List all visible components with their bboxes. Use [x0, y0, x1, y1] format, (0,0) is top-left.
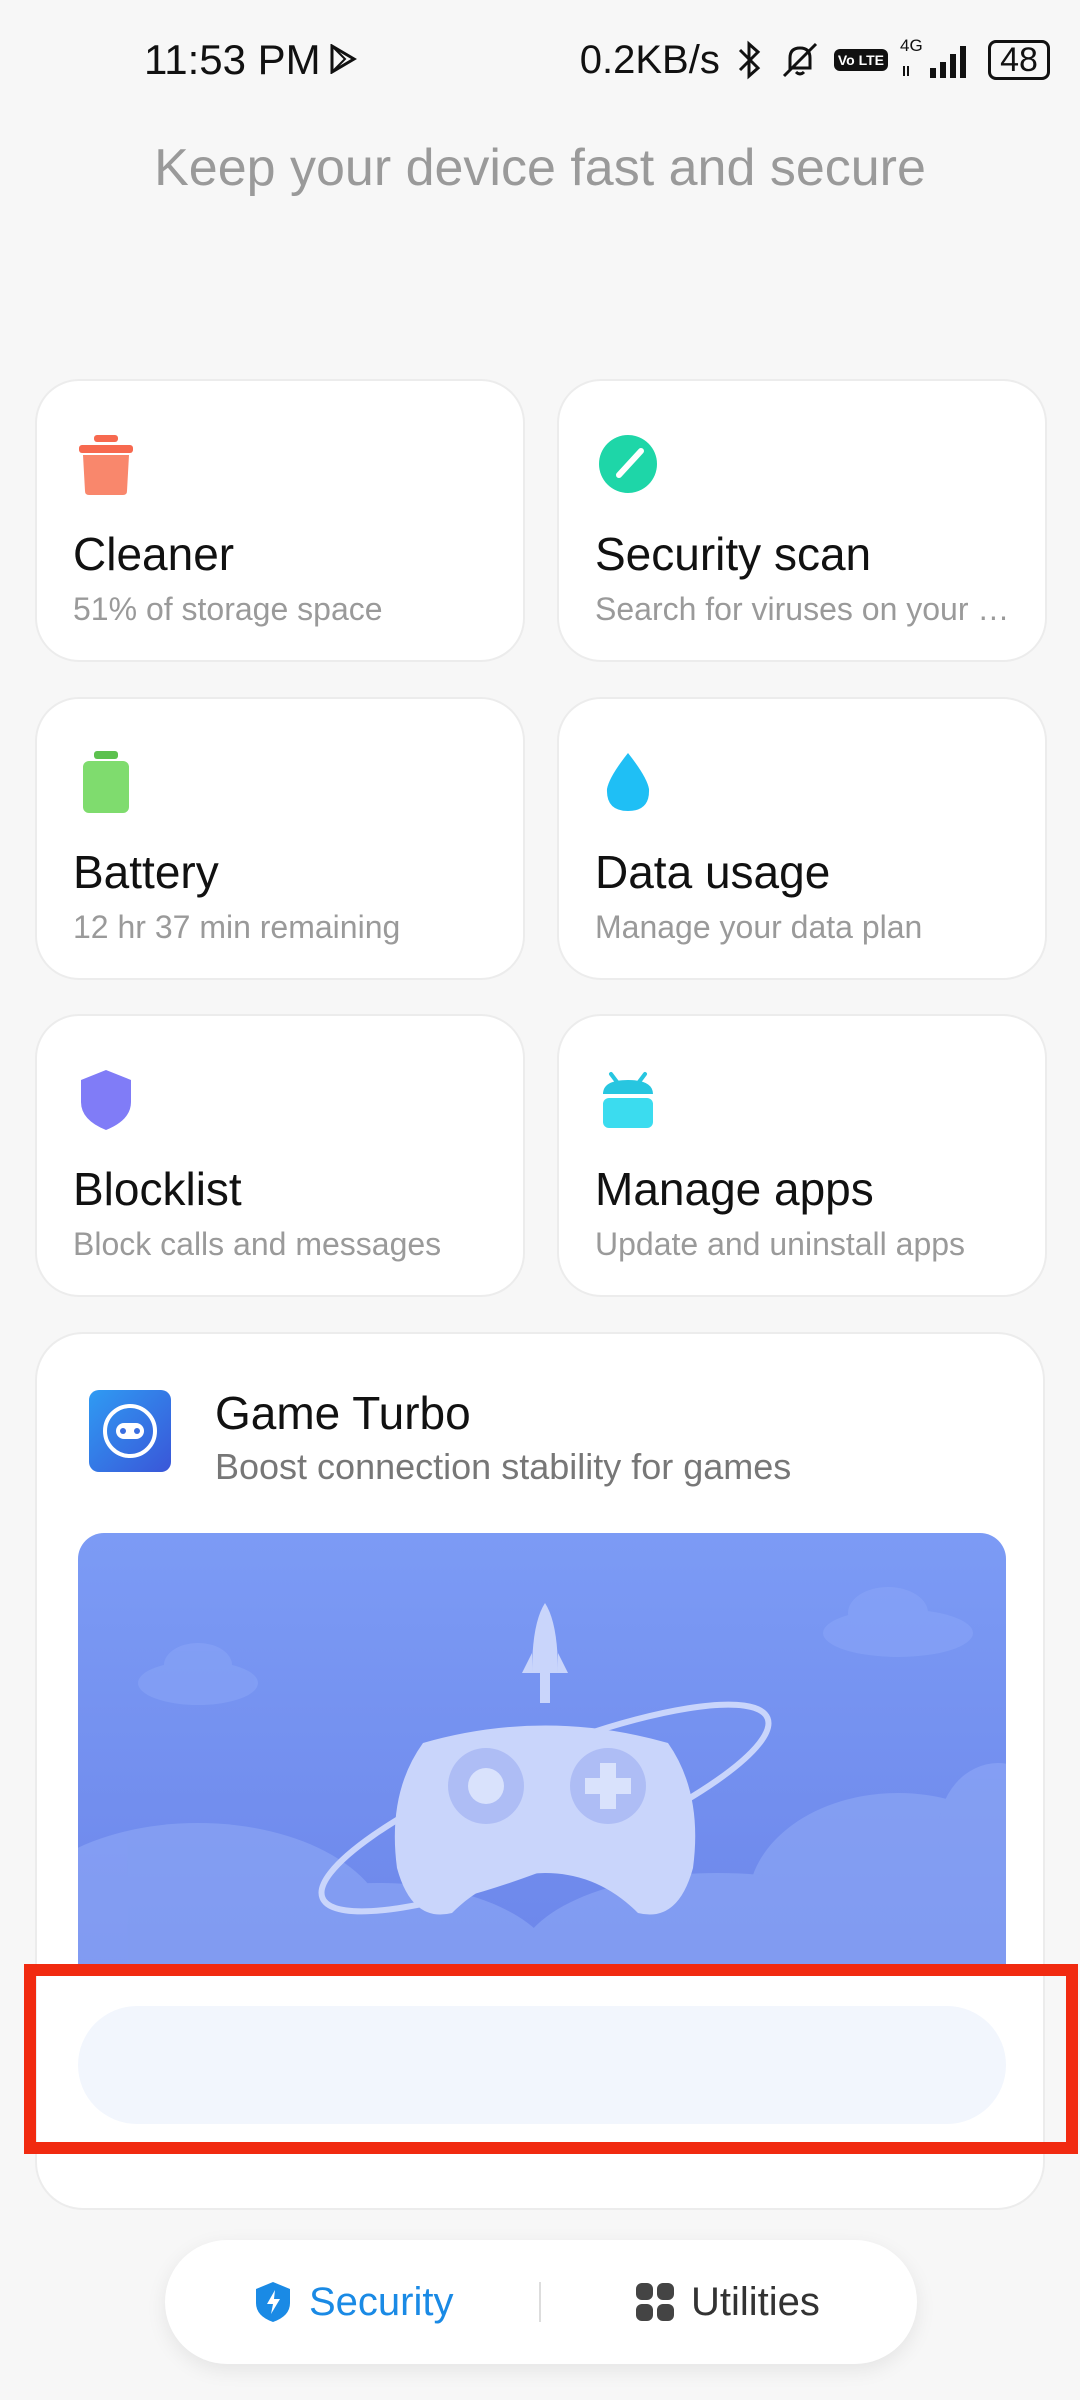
play-store-icon [330, 44, 357, 74]
card-subtitle: 12 hr 37 min remaining [73, 909, 401, 945]
blocklist-card[interactable]: Blocklist Block calls and messages [35, 1014, 525, 1297]
water-drop-icon [606, 753, 650, 811]
game-turbo-app-icon [89, 1390, 171, 1472]
card-subtitle: 51% of storage space [73, 591, 383, 627]
game-turbo-title: Game Turbo [215, 1387, 471, 1439]
status-time: 11:53 PM [144, 36, 321, 83]
scan-icon [599, 435, 657, 493]
card-subtitle: Block calls and messages [73, 1226, 442, 1262]
net-speed: 0.2KB/s [579, 37, 720, 82]
volte-badge: Vo LTE [833, 49, 888, 71]
card-subtitle: Search for viruses on your device [595, 591, 1025, 627]
security-scan-card[interactable]: Security scan Search for viruses on your… [557, 379, 1047, 662]
game-turbo-subtitle: Boost connection stability for games [215, 1446, 792, 1487]
battery-card[interactable]: Battery 12 hr 37 min remaining [35, 697, 525, 980]
nav-divider [539, 2282, 541, 2322]
status-bar: 11:53 PM 0.2KB/s Vo LTE 4G 48 [0, 0, 1080, 120]
card-subtitle: Manage your data plan [595, 909, 923, 945]
tab-utilities-label: Utilities [691, 2279, 820, 2324]
page-title: Keep your device fast and secure [154, 139, 926, 197]
bottom-nav: Security Utilities [165, 2240, 917, 2364]
cleaner-card[interactable]: Cleaner 51% of storage space [35, 379, 525, 662]
manage-apps-card[interactable]: Manage apps Update and uninstall apps [557, 1014, 1047, 1297]
trash-icon [79, 435, 133, 495]
game-turbo-banner [78, 1533, 1006, 1973]
battery-icon [83, 751, 129, 813]
battery-indicator: 48 [988, 40, 1050, 80]
android-icon [603, 1072, 653, 1128]
card-subtitle: Update and uninstall apps [595, 1226, 966, 1262]
card-title: Blocklist [73, 1163, 242, 1215]
signal-icon: 4G [900, 36, 976, 80]
card-title: Security scan [595, 528, 872, 580]
card-title: Cleaner [73, 528, 235, 580]
tab-security[interactable]: Security [253, 2240, 454, 2364]
tab-security-label: Security [309, 2279, 454, 2324]
grid-icon [636, 2283, 674, 2321]
highlight-box [24, 1964, 1078, 2154]
tab-utilities[interactable]: Utilities [635, 2240, 820, 2364]
shield-bolt-icon [256, 2282, 290, 2322]
card-title: Data usage [595, 846, 831, 898]
card-title: Battery [73, 846, 219, 898]
bluetooth-icon [738, 40, 761, 80]
mute-bell-icon [782, 42, 817, 78]
status-icons: 0.2KB/s Vo LTE 4G 48 [580, 30, 1050, 90]
shield-icon [81, 1070, 131, 1130]
card-title: Manage apps [595, 1163, 874, 1215]
data-usage-card[interactable]: Data usage Manage your data plan [557, 697, 1047, 980]
